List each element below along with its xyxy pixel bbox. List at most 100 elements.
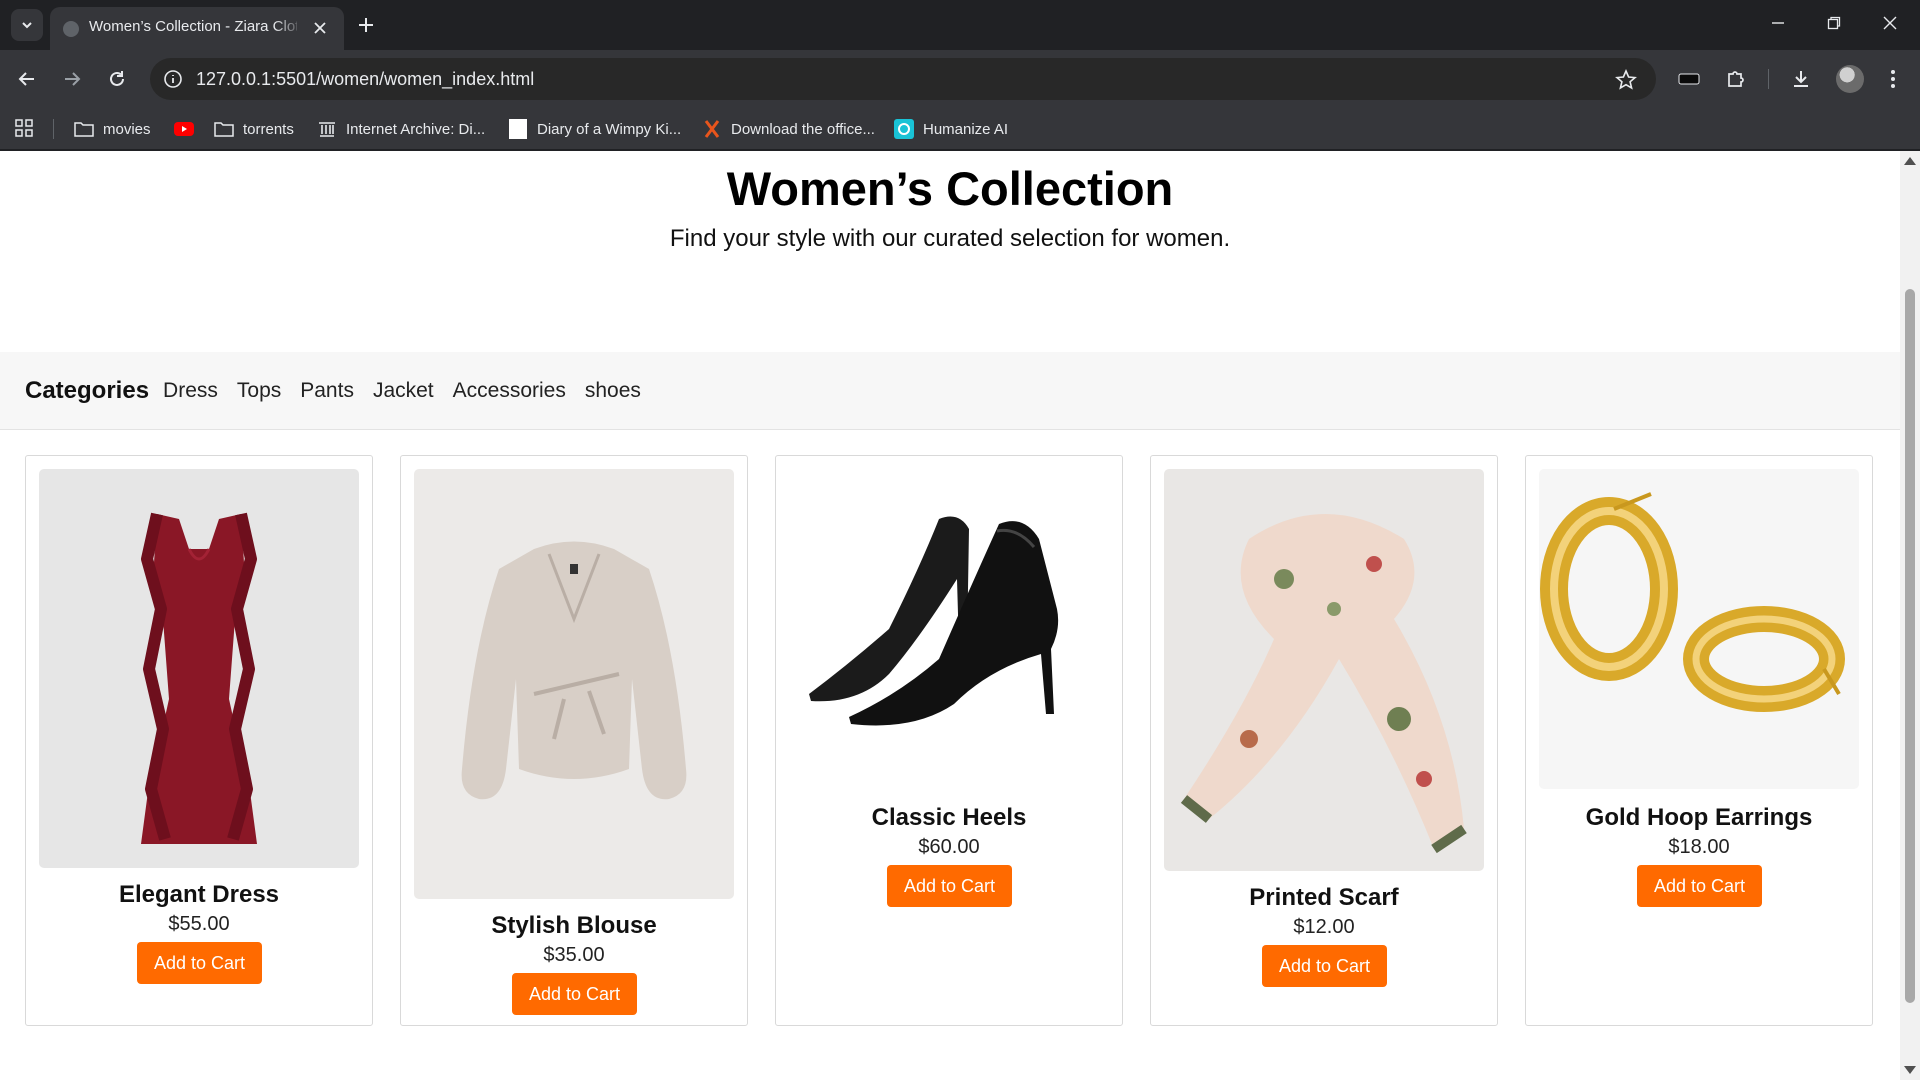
tab-title: Women’s Collection - Ziara Clothing (89, 18, 297, 35)
active-tab[interactable]: Women’s Collection - Ziara Clothing (50, 7, 344, 50)
back-button[interactable] (11, 63, 43, 95)
apps-button[interactable] (14, 118, 34, 138)
bookmark-label: Internet Archive: Di... (346, 120, 486, 138)
satin-blouse-image[interactable] (414, 469, 734, 899)
product-price: $60.00 (918, 836, 980, 858)
product-price: $55.00 (168, 913, 230, 935)
restore-icon (1827, 16, 1841, 30)
scrollbar-thumb[interactable] (1905, 289, 1915, 1003)
bookmark-wimpy-kid[interactable]: Diary of a Wimpy Ki... (508, 113, 681, 145)
page-scrollbar[interactable] (1900, 151, 1920, 1080)
chevron-down-icon (22, 22, 32, 29)
folder-icon (214, 119, 234, 139)
product-card-gold-hoop-earrings: Gold Hoop Earrings $18.00 Add to Cart (1525, 455, 1873, 1026)
scroll-up-arrow-icon[interactable] (1904, 157, 1916, 165)
product-name: Stylish Blouse (491, 912, 657, 939)
archive-icon (317, 119, 337, 139)
category-dress[interactable]: Dress (163, 379, 218, 403)
bookmark-label: Diary of a Wimpy Ki... (537, 120, 682, 138)
tab-title-fade (274, 15, 304, 39)
bookmarks-divider (53, 119, 54, 139)
close-window-button[interactable] (1862, 0, 1918, 46)
add-to-cart-button[interactable]: Add to Cart (1262, 945, 1387, 987)
category-shoes[interactable]: shoes (585, 379, 641, 403)
bookmark-star-button[interactable] (1614, 68, 1638, 92)
address-bar[interactable]: 127.0.0.1:5501/women/women_index.html (150, 58, 1656, 100)
black-heels-image[interactable] (789, 469, 1109, 789)
floral-scarf-image[interactable] (1164, 469, 1484, 871)
more-vertical-icon (1891, 70, 1895, 88)
product-name: Elegant Dress (118, 881, 280, 908)
product-card-elegant-dress: Elegant Dress $55.00 Add to Cart (25, 455, 373, 1026)
download-icon (1794, 71, 1808, 87)
info-icon (164, 70, 182, 88)
product-price: $18.00 (1668, 836, 1730, 858)
minimize-button[interactable] (1750, 0, 1806, 46)
humanize-icon (894, 119, 914, 139)
close-icon (1883, 16, 1897, 30)
product-card-printed-scarf: Printed Scarf $12.00 Add to Cart (1150, 455, 1498, 1026)
page-viewport: Women’s Collection Find your style with … (0, 151, 1900, 1080)
add-to-cart-button[interactable]: Add to Cart (512, 973, 637, 1015)
scroll-down-arrow-icon[interactable] (1904, 1066, 1916, 1074)
browser-menu-button[interactable] (1879, 65, 1907, 93)
bookmark-label: movies (103, 120, 151, 138)
url-text[interactable]: 127.0.0.1:5501/women/women_index.html (196, 69, 534, 90)
product-name: Classic Heels (871, 804, 1027, 831)
product-name: Printed Scarf (1249, 884, 1399, 911)
keyboard-extension-button[interactable] (1675, 65, 1703, 93)
downloads-button[interactable] (1787, 65, 1815, 93)
page-subtitle: Find your style with our curated selecti… (669, 225, 1231, 252)
tab-strip: Women’s Collection - Ziara Clothing (0, 0, 1920, 50)
toolbar-divider (1768, 69, 1769, 89)
bookmarks-bar: movies torrents Internet Archive: Di... … (0, 108, 1920, 150)
category-jacket[interactable]: Jacket (373, 379, 434, 403)
tab-search-button[interactable] (11, 9, 43, 41)
puzzle-icon (1728, 71, 1744, 87)
category-tops[interactable]: Tops (237, 379, 281, 403)
profile-avatar[interactable] (1836, 65, 1864, 93)
apps-grid-icon (15, 119, 33, 137)
product-card-stylish-blouse: Stylish Blouse $35.00 Add to Cart (400, 455, 748, 1026)
tab-close-button[interactable] (310, 18, 330, 38)
site-info-button[interactable] (160, 66, 186, 92)
add-to-cart-button[interactable]: Add to Cart (887, 865, 1012, 907)
bookmark-label: Download the office... (731, 120, 875, 138)
minimize-icon (1772, 22, 1784, 24)
category-accessories[interactable]: Accessories (453, 379, 566, 403)
bookmark-humanize-ai[interactable]: Humanize AI (894, 113, 1008, 145)
bookmark-torrents[interactable]: torrents (214, 113, 294, 145)
reload-icon (110, 71, 124, 86)
reload-button[interactable] (101, 63, 133, 95)
gold-hoops-image[interactable] (1539, 469, 1859, 789)
bookmark-download-office[interactable]: Download the office... (702, 113, 875, 145)
bookmark-internet-archive[interactable]: Internet Archive: Di... (317, 113, 485, 145)
bookmark-label: torrents (243, 120, 294, 138)
forward-button[interactable] (56, 63, 88, 95)
add-to-cart-button[interactable]: Add to Cart (1637, 865, 1762, 907)
browser-toolbar: 127.0.0.1:5501/women/women_index.html (0, 50, 1920, 108)
x-logo-icon (702, 119, 722, 139)
extensions-button[interactable] (1722, 65, 1750, 93)
arrow-left-icon (18, 72, 34, 86)
category-bar: Categories Dress Tops Pants Jacket Acces… (0, 352, 1900, 430)
bookmark-movies[interactable]: movies (74, 113, 151, 145)
red-dress-image[interactable] (39, 469, 359, 868)
product-price: $12.00 (1293, 916, 1355, 938)
add-to-cart-button[interactable]: Add to Cart (137, 942, 262, 984)
bookmark-label: Humanize AI (923, 120, 1009, 138)
globe-icon (63, 21, 79, 37)
folder-icon (74, 119, 94, 139)
page-title: Women’s Collection (726, 162, 1174, 215)
youtube-icon (174, 119, 194, 139)
new-tab-button[interactable] (354, 13, 378, 37)
restore-button[interactable] (1806, 0, 1862, 46)
bookmark-youtube[interactable] (174, 113, 203, 145)
page-icon (508, 119, 528, 139)
arrow-right-icon (65, 72, 81, 86)
category-pants[interactable]: Pants (300, 379, 354, 403)
close-icon (314, 22, 326, 34)
product-price: $35.00 (543, 944, 605, 966)
product-name: Gold Hoop Earrings (1585, 804, 1813, 831)
categories-heading: Categories (25, 376, 150, 404)
